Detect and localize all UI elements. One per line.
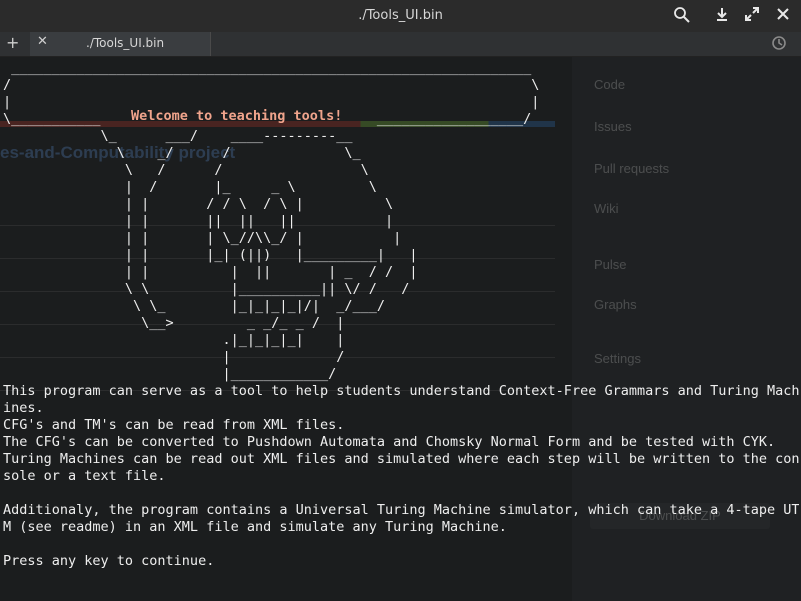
tab-tools-ui[interactable]: ✕ ./Tools_UI.bin: [30, 32, 211, 56]
welcome-banner: Welcome to teaching tools!: [131, 108, 343, 124]
download-icon[interactable]: [712, 6, 732, 26]
close-tab-icon[interactable]: ✕: [37, 34, 48, 49]
close-icon[interactable]: [773, 6, 793, 26]
new-tab-icon[interactable]: +: [6, 33, 19, 52]
search-icon[interactable]: [672, 6, 692, 26]
history-icon[interactable]: [771, 35, 787, 55]
terminal-output: ________________________________________…: [3, 60, 799, 601]
tab-label: ./Tools_UI.bin: [86, 36, 165, 50]
tab-bar: + ✕ ./Tools_UI.bin: [0, 32, 801, 57]
info-text: This program can serve as a tool to help…: [3, 383, 799, 569]
title-bar: ./Tools_UI.bin: [0, 0, 801, 33]
maximize-icon[interactable]: [742, 6, 762, 26]
